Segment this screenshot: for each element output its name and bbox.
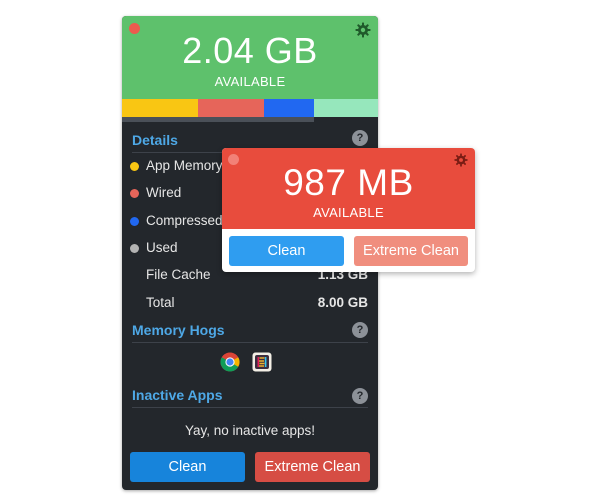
popup-available-memory-value: 987 MB	[283, 162, 414, 203]
details-value: 8.00 GB	[317, 294, 368, 310]
memory-hogs-help-icon[interactable]: ?	[352, 322, 368, 338]
chrome-icon[interactable]	[220, 352, 240, 372]
details-row: Total 8.00 GB	[130, 294, 368, 314]
legend-dot	[130, 189, 139, 199]
popup-memory-panel: 987 MB AVAILABLE Clean Extreme Clean	[222, 148, 475, 272]
details-label: File Cache	[146, 267, 211, 283]
details-title: Details	[132, 132, 178, 148]
details-label: Compressed	[146, 212, 223, 228]
legend-dot	[130, 162, 139, 171]
memory-bar-segment-compressed	[264, 99, 314, 117]
memory-hogs-divider	[132, 342, 368, 343]
available-label: AVAILABLE	[214, 74, 286, 89]
slack-icon[interactable]	[252, 352, 272, 372]
memory-bar-segment-wired	[198, 99, 265, 117]
popup-header: 987 MB AVAILABLE	[222, 148, 475, 229]
details-label: App Memory	[146, 158, 223, 173]
memory-usage-bar	[122, 99, 378, 117]
memory-bar-track	[122, 117, 314, 122]
available-memory-value: 2.04 GB	[182, 30, 318, 71]
popup-extreme-clean-button[interactable]: Extreme Clean	[354, 236, 468, 266]
legend-dot	[130, 243, 139, 253]
memory-header: 2.04 GB AVAILABLE	[122, 16, 378, 99]
inactive-apps-help-icon[interactable]: ?	[352, 388, 368, 404]
details-label: Total	[146, 294, 175, 310]
details-help-icon[interactable]: ?	[352, 130, 368, 146]
extreme-clean-button[interactable]: Extreme Clean	[255, 452, 370, 482]
popup-available-label: AVAILABLE	[313, 205, 384, 220]
inactive-apps-divider	[132, 407, 368, 408]
clean-button[interactable]: Clean	[130, 452, 245, 482]
legend-dot	[130, 216, 139, 226]
inactive-apps-title: Inactive Apps	[132, 387, 223, 403]
popup-clean-button[interactable]: Clean	[229, 236, 344, 266]
details-label: Wired	[146, 185, 182, 201]
details-label: Used	[146, 239, 178, 255]
memory-hogs-title: Memory Hogs	[132, 322, 225, 338]
inactive-apps-empty-message: Yay, no inactive apps!	[184, 423, 316, 438]
memory-bar-segment-app-memory	[122, 99, 199, 117]
memory-bar-segment-free	[313, 99, 378, 117]
